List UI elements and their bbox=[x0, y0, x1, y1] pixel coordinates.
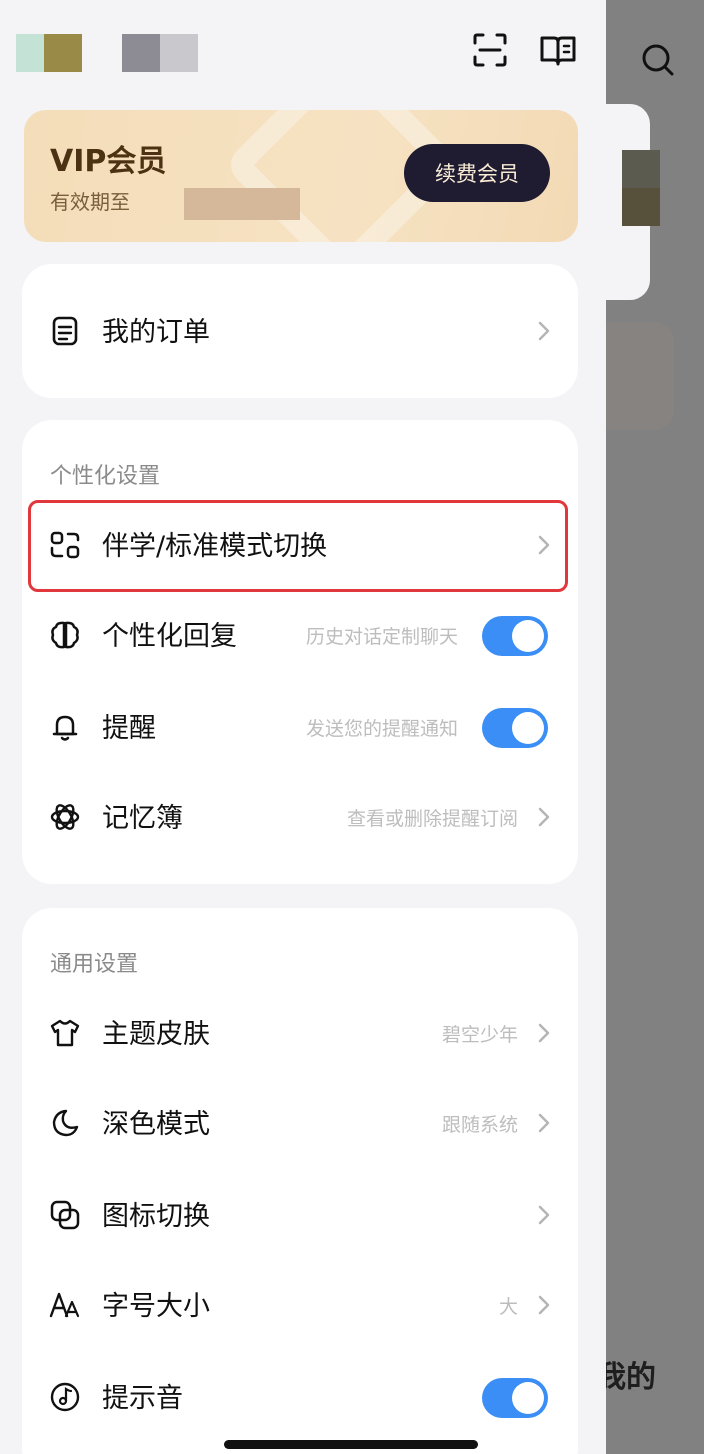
background-thumbnail bbox=[622, 188, 660, 226]
username-redacted bbox=[122, 34, 160, 72]
chevron-right-icon bbox=[538, 321, 550, 341]
theme-skin-hint: 碧空少年 bbox=[441, 1024, 518, 1046]
personalized-reply-hint: 历史对话定制聊天 bbox=[305, 626, 458, 648]
music-note-icon bbox=[50, 1382, 80, 1412]
general-settings-card: 通用设置 主题皮肤 碧空少年 深色模式 跟随系统 图标切换 字号大小 大 提示音 bbox=[22, 908, 578, 1454]
tshirt-icon bbox=[50, 1019, 80, 1047]
avatar[interactable] bbox=[44, 34, 82, 72]
chevron-right-icon bbox=[538, 1023, 550, 1043]
personalized-reply-item: 个性化回复 历史对话定制聊天 bbox=[22, 596, 578, 676]
bell-icon bbox=[52, 715, 78, 741]
general-section-title: 通用设置 bbox=[50, 952, 139, 977]
dark-mode-label: 深色模式 bbox=[102, 1109, 210, 1140]
personalized-reply-toggle[interactable] bbox=[482, 616, 548, 656]
font-size-hint: 大 bbox=[498, 1296, 518, 1318]
home-indicator[interactable] bbox=[224, 1440, 478, 1449]
vip-title: VIP会员 bbox=[50, 144, 167, 179]
memory-book-hint: 查看或删除提醒订阅 bbox=[346, 808, 518, 830]
settings-drawer: VIP会员 有效期至 续费会员 我的订单 个性化设置 伴学/标准模式切换 个性化… bbox=[0, 0, 606, 1454]
vip-validity-label: 有效期至 bbox=[50, 190, 130, 214]
notification-sound-toggle[interactable] bbox=[482, 1378, 548, 1418]
dark-mode-hint: 跟随系统 bbox=[441, 1114, 518, 1136]
atom-icon bbox=[50, 804, 80, 830]
reminder-label: 提醒 bbox=[102, 713, 156, 744]
moon-icon bbox=[52, 1109, 79, 1137]
highlight-box bbox=[28, 500, 568, 592]
orders-card: 我的订单 bbox=[22, 264, 578, 398]
icon-switch-icon bbox=[50, 1200, 80, 1230]
memory-book-item[interactable]: 记忆簿 查看或删除提醒订阅 bbox=[22, 778, 578, 858]
my-orders-item[interactable]: 我的订单 bbox=[22, 292, 578, 372]
notification-sound-item: 提示音 bbox=[22, 1358, 578, 1438]
vip-expiry-redacted bbox=[184, 188, 300, 220]
search-icon bbox=[642, 44, 674, 76]
username-redacted bbox=[160, 34, 198, 72]
dark-mode-item[interactable]: 深色模式 跟随系统 bbox=[22, 1084, 578, 1164]
personalization-section-title: 个性化设置 bbox=[50, 464, 161, 489]
personalized-reply-label: 个性化回复 bbox=[102, 621, 237, 652]
chevron-right-icon bbox=[538, 1295, 550, 1315]
font-size-label: 字号大小 bbox=[102, 1291, 210, 1322]
scan-icon[interactable] bbox=[470, 30, 510, 70]
drawer-header bbox=[0, 0, 606, 100]
brain-icon bbox=[51, 621, 79, 649]
font-size-item[interactable]: 字号大小 大 bbox=[22, 1266, 578, 1346]
reminder-hint: 发送您的提醒通知 bbox=[305, 718, 458, 740]
chevron-right-icon bbox=[538, 1205, 550, 1225]
font-size-icon bbox=[49, 1292, 80, 1318]
icon-switch-item[interactable]: 图标切换 bbox=[22, 1176, 578, 1256]
chevron-right-icon bbox=[538, 807, 550, 827]
reminder-item: 提醒 发送您的提醒通知 bbox=[22, 688, 578, 768]
book-icon[interactable] bbox=[538, 30, 578, 70]
personalization-card: 个性化设置 伴学/标准模式切换 个性化回复 历史对话定制聊天 提醒 发送您的提醒… bbox=[22, 420, 578, 884]
theme-skin-label: 主题皮肤 bbox=[102, 1019, 210, 1050]
vip-card[interactable]: VIP会员 有效期至 续费会员 bbox=[24, 110, 578, 242]
reminder-toggle[interactable] bbox=[482, 708, 548, 748]
icon-switch-label: 图标切换 bbox=[102, 1201, 210, 1232]
background-card bbox=[606, 322, 674, 430]
my-orders-label: 我的订单 bbox=[102, 317, 210, 348]
theme-skin-item[interactable]: 主题皮肤 碧空少年 bbox=[22, 994, 578, 1074]
chevron-right-icon bbox=[538, 1113, 550, 1133]
order-list-icon bbox=[52, 316, 78, 346]
renew-membership-button[interactable]: 续费会员 bbox=[404, 144, 550, 202]
background-thumbnail bbox=[622, 150, 660, 188]
notification-sound-label: 提示音 bbox=[102, 1383, 183, 1414]
memory-book-label: 记忆簿 bbox=[102, 803, 183, 834]
